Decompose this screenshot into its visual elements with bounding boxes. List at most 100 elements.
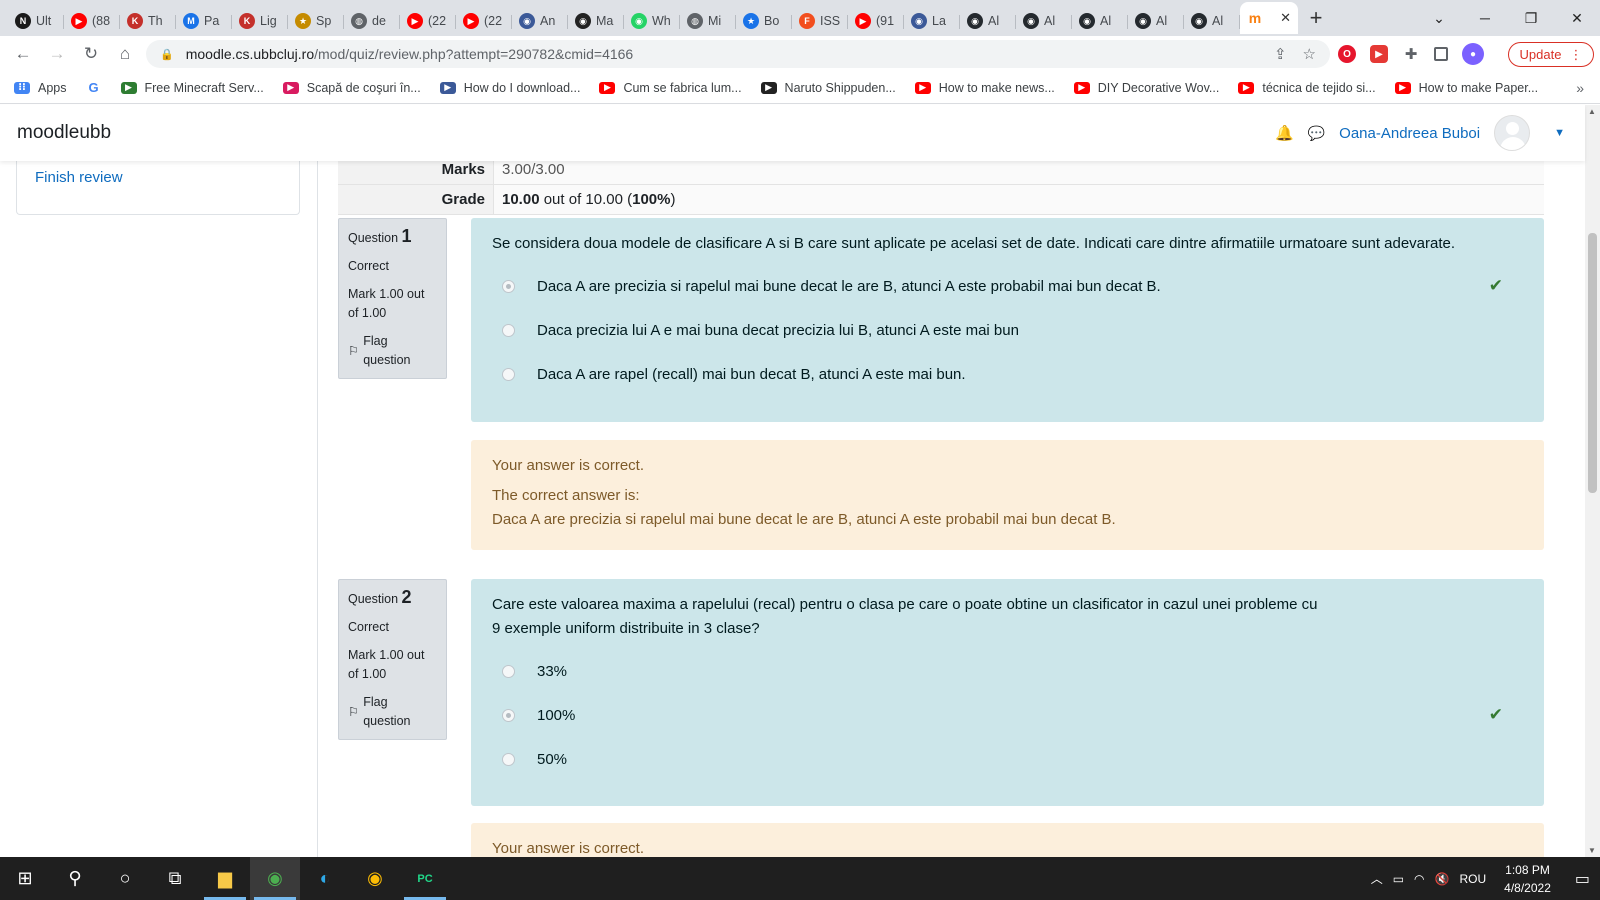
home-icon[interactable]: ⌂ [108, 44, 142, 64]
browser-tab[interactable]: F ISS [792, 6, 848, 36]
browser-tab[interactable]: ▶ (22 [456, 6, 512, 36]
new-tab-button[interactable]: + [1298, 3, 1334, 33]
close-window-icon[interactable]: ✕ [1554, 10, 1600, 27]
back-icon[interactable]: ← [6, 44, 40, 64]
radio-unselected[interactable] [502, 664, 515, 678]
tab-title: La [932, 14, 946, 28]
radio-selected[interactable] [502, 708, 515, 722]
browser-tab[interactable]: ◉ An [512, 6, 568, 36]
scroll-down-icon[interactable]: ▼ [1588, 846, 1596, 855]
minimize-icon[interactable]: ─ [1462, 10, 1508, 26]
wifi-icon[interactable]: ◠ [1414, 872, 1424, 886]
opera-extension-icon[interactable]: O [1338, 45, 1356, 63]
browser-tab[interactable]: K Th [120, 6, 176, 36]
forward-icon[interactable]: → [40, 44, 74, 64]
browser-tab[interactable]: M Pa [176, 6, 232, 36]
file-explorer-icon[interactable]: ▆ [200, 857, 250, 900]
radio-unselected[interactable] [502, 367, 515, 381]
pycharm-taskbar-icon[interactable]: PC [400, 857, 450, 900]
scroll-up-icon[interactable]: ▲ [1588, 107, 1596, 116]
notifications-bell-icon[interactable]: 🔔 [1275, 124, 1294, 142]
notifications-icon[interactable]: ▭ [1575, 869, 1590, 889]
bookmark-item[interactable]: ▶ How to make Paper... [1394, 81, 1538, 95]
battery-icon[interactable]: ▭ [1393, 872, 1404, 886]
browser-tab[interactable]: ◉ Al [1128, 6, 1184, 36]
bookmark-item[interactable]: ▶ How to make news... [914, 81, 1055, 95]
site-brand[interactable]: moodleubb [17, 122, 111, 144]
bookmark-item[interactable]: ▶ DIY Decorative Wov... [1073, 81, 1219, 95]
browser-tab[interactable]: ◉ Al [1184, 6, 1240, 36]
messages-icon[interactable]: 💬 [1308, 125, 1325, 142]
browser-tab[interactable]: ◉ Al [1016, 6, 1072, 36]
tab-title: Mi [708, 14, 722, 28]
browser-tab[interactable]: K Lig [232, 6, 288, 36]
browser-tab[interactable]: ◉ Al [1072, 6, 1128, 36]
scrollbar-thumb[interactable] [1588, 233, 1597, 493]
side-panel-icon[interactable] [1434, 47, 1448, 61]
radio-unselected[interactable] [502, 323, 515, 337]
bookmark-favicon-icon: ▶ [1394, 81, 1411, 94]
bookmark-item[interactable]: ▶ Scapă de coşuri în... [282, 81, 421, 95]
radio-unselected[interactable] [502, 752, 515, 766]
browser-tab[interactable]: ★ Sp [288, 6, 344, 36]
more-bookmarks-icon[interactable]: » [1576, 80, 1584, 96]
lock-icon[interactable]: 🔒 [160, 48, 174, 61]
start-button[interactable]: ⊞ [0, 857, 50, 900]
user-avatar[interactable] [1494, 115, 1531, 151]
bookmark-star-icon[interactable]: ☆ [1303, 45, 1316, 63]
menu-dots-icon[interactable]: ⋮ [1569, 47, 1582, 63]
browser-tab[interactable]: ◍ Mi [680, 6, 736, 36]
clock[interactable]: 1:08 PM 4/8/2022 [1504, 861, 1551, 897]
browser-tab[interactable]: ◉ La [904, 6, 960, 36]
question-2-option-b[interactable]: 100% ✔ [492, 693, 1523, 737]
user-menu-caret-icon[interactable]: ▼ [1554, 127, 1565, 139]
question-2-option-a[interactable]: 33% [492, 649, 1523, 693]
edge-taskbar-icon[interactable]: ◐ [300, 857, 350, 900]
question-1-option-a[interactable]: Daca A are precizia si rapelul mai bune … [492, 264, 1523, 308]
chrome-alt-taskbar-icon[interactable]: ◉ [350, 857, 400, 900]
flag-question-2-button[interactable]: ⚐ Flag question [348, 693, 437, 731]
youtube-extension-icon[interactable]: ▶ [1370, 45, 1388, 63]
bookmark-item[interactable]: ⁝⁝ Apps [14, 81, 67, 95]
share-icon[interactable]: ⇪ [1274, 45, 1287, 63]
question-1-option-b[interactable]: Daca precizia lui A e mai buna decat pre… [492, 308, 1523, 352]
question-1-option-c[interactable]: Daca A are rapel (recall) mai bun decat … [492, 352, 1523, 396]
cortana-icon[interactable]: ○ [100, 857, 150, 900]
bookmark-item[interactable]: ▶ How do I download... [439, 81, 580, 95]
browser-tab[interactable]: N Ult [8, 6, 64, 36]
address-bar[interactable]: 🔒 moodle.cs.ubbcluj.ro/mod/quiz/review.p… [146, 40, 1330, 68]
flag-question-1-button[interactable]: ⚐ Flag question [348, 332, 437, 370]
radio-selected[interactable] [502, 279, 515, 293]
restore-icon[interactable]: ❐ [1508, 10, 1554, 27]
browser-tab[interactable]: ◍ de [344, 6, 400, 36]
reload-icon[interactable]: ↻ [74, 44, 108, 64]
browser-tab[interactable]: ▶ (22 [400, 6, 456, 36]
update-button[interactable]: Update ⋮ [1508, 42, 1594, 67]
bookmark-item[interactable]: ▶ técnica de tejido si... [1238, 81, 1376, 95]
tab-active[interactable]: m ✕ [1240, 2, 1298, 34]
question-2-option-c[interactable]: 50% [492, 737, 1523, 781]
bookmark-item[interactable]: ▶ Free Minecraft Serv... [120, 81, 264, 95]
browser-tab[interactable]: ◉ Wh [624, 6, 680, 36]
browser-tab[interactable]: ◉ Ma [568, 6, 624, 36]
profile-avatar-icon[interactable]: ● [1462, 43, 1484, 65]
page-scrollbar[interactable]: ▲ ▼ [1585, 105, 1600, 857]
browser-tab[interactable]: ◉ Al [960, 6, 1016, 36]
task-view-icon[interactable]: ⧉ [150, 857, 200, 900]
bookmark-item[interactable]: G [85, 80, 102, 95]
input-language[interactable]: ROU [1459, 872, 1486, 886]
close-tab-icon[interactable]: ✕ [1280, 10, 1291, 26]
chrome-taskbar-icon[interactable]: ◉ [250, 857, 300, 900]
bookmark-item[interactable]: ▶ Cum se fabrica lum... [599, 81, 742, 95]
search-icon[interactable]: ⚲ [50, 857, 100, 900]
tab-search-icon[interactable]: ⌄ [1416, 10, 1462, 27]
finish-review-link[interactable]: Finish review [35, 169, 123, 186]
tray-chevron-icon[interactable]: ︿ [1371, 870, 1383, 887]
browser-tab[interactable]: ▶ (91 [848, 6, 904, 36]
browser-tab[interactable]: ▶ (88 [64, 6, 120, 36]
volume-muted-icon[interactable]: 🔇 [1435, 872, 1450, 886]
puzzle-extensions-icon[interactable]: ✚ [1402, 45, 1420, 63]
bookmark-item[interactable]: ▶ Naruto Shippuden... [760, 81, 896, 95]
user-name[interactable]: Oana-Andreea Buboi [1339, 125, 1480, 142]
browser-tab[interactable]: ★ Bo [736, 6, 792, 36]
